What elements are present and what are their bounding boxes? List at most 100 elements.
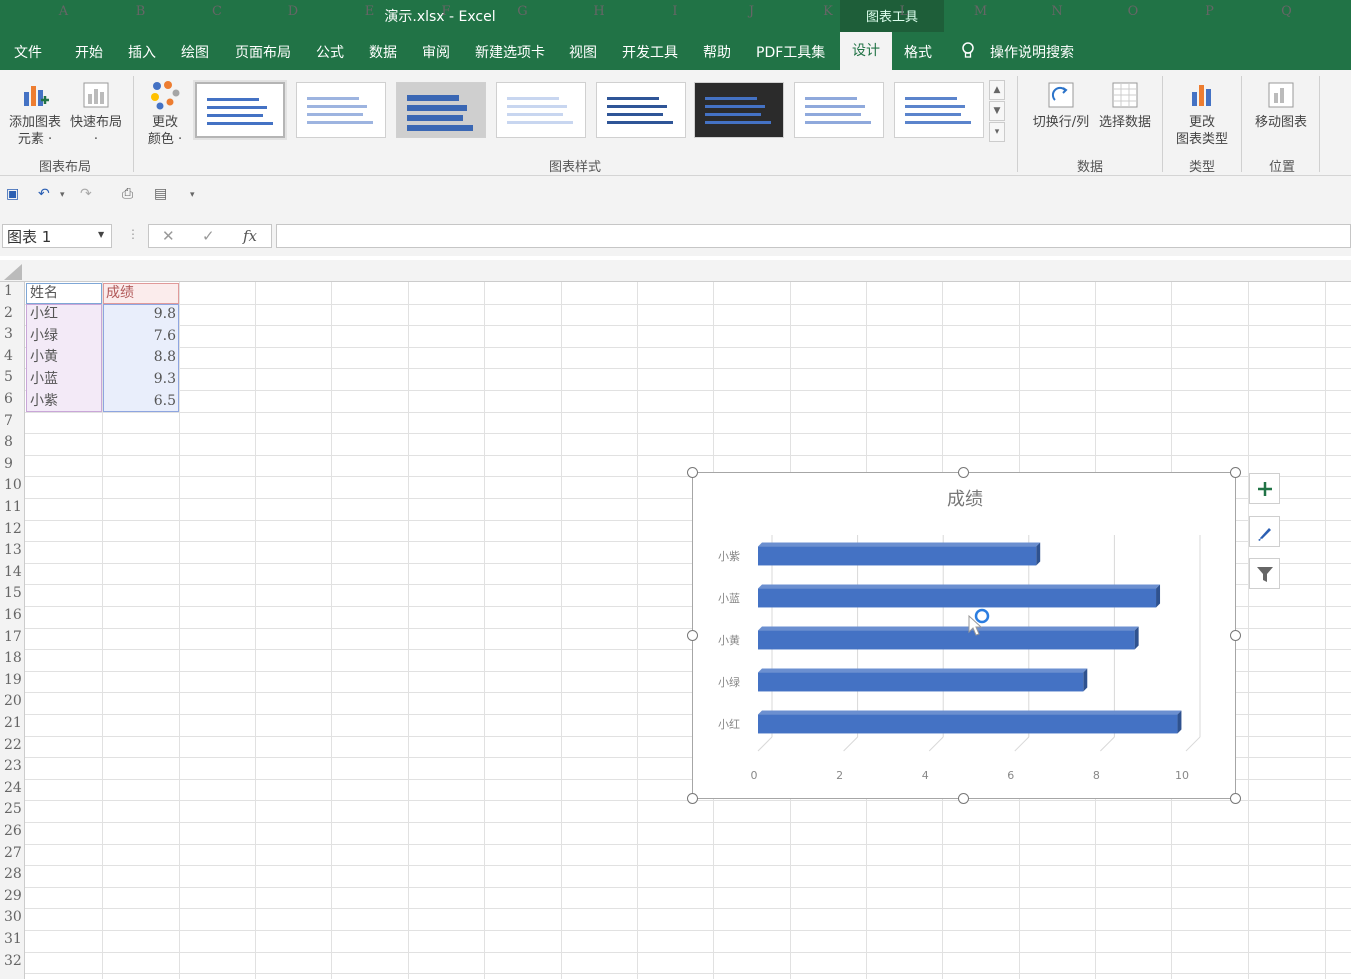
bar-side-face[interactable] [1036, 542, 1041, 566]
formula-input[interactable] [276, 224, 1351, 248]
resize-handle-top-left[interactable] [687, 467, 698, 478]
bar-top-face[interactable] [758, 626, 1139, 631]
column-header[interactable]: I [637, 4, 713, 19]
row-header[interactable]: 15 [0, 585, 25, 601]
tab-help[interactable]: 帮助 [703, 42, 731, 62]
row-header[interactable]: 21 [0, 715, 25, 731]
chart-style-3[interactable] [396, 82, 486, 138]
cell-b1[interactable]: 成绩 [106, 283, 134, 304]
row-header[interactable]: 16 [0, 607, 25, 623]
chart-styles-button[interactable] [1249, 516, 1280, 547]
column-header[interactable]: P [1171, 4, 1248, 19]
tab-formulas[interactable]: 公式 [316, 42, 344, 62]
quick-layout-button[interactable]: 快速布局 · [66, 80, 126, 148]
select-all-corner-icon[interactable] [4, 264, 22, 280]
chart-style-7[interactable] [794, 82, 884, 138]
chart-object[interactable]: 成绩 小红 小绿 小黄 小蓝 小紫 0 2 4 6 8 10 [692, 472, 1236, 799]
row-header[interactable]: 11 [0, 499, 25, 515]
chart-elements-button[interactable] [1249, 473, 1280, 504]
resize-handle-bottom-right[interactable] [1230, 793, 1241, 804]
bar-top-face[interactable] [758, 710, 1182, 715]
row-header[interactable]: 30 [0, 909, 25, 925]
row-header[interactable]: 24 [0, 780, 25, 796]
tab-data[interactable]: 数据 [369, 42, 397, 62]
bar[interactable] [758, 672, 1084, 692]
screen-icon[interactable]: ▤ [154, 186, 167, 202]
row-header[interactable]: 8 [0, 434, 25, 450]
tab-home[interactable]: 开始 [75, 42, 103, 62]
bar[interactable] [758, 630, 1135, 650]
switch-row-column-button[interactable]: 切换行/列 [1028, 80, 1094, 131]
name-box[interactable]: 图表 1 [2, 224, 112, 248]
tell-me-search[interactable]: 操作说明搜索 [990, 42, 1074, 62]
row-header[interactable]: 28 [0, 866, 25, 882]
row-header[interactable]: 7 [0, 413, 25, 429]
resize-handle-bottom-left[interactable] [687, 793, 698, 804]
cell-a2[interactable]: 小红 [30, 304, 58, 325]
save-icon[interactable]: ▣ [6, 186, 19, 202]
tab-insert[interactable]: 插入 [128, 42, 156, 62]
chart-style-6[interactable] [694, 82, 784, 138]
gallery-scroll-up[interactable]: ▲ [989, 80, 1005, 100]
tab-review[interactable]: 审阅 [422, 42, 450, 62]
row-header[interactable]: 20 [0, 693, 25, 709]
column-header[interactable]: Q [1248, 4, 1325, 19]
resize-handle-top[interactable] [958, 467, 969, 478]
change-chart-type-button[interactable]: 更改 图表类型 [1170, 80, 1234, 148]
bar[interactable] [758, 714, 1178, 734]
row-header[interactable]: 23 [0, 758, 25, 774]
customize-qat-icon[interactable]: ▾ [190, 190, 195, 200]
tab-developer[interactable]: 开发工具 [622, 42, 678, 62]
change-colors-button[interactable]: 更改 颜色 · [140, 80, 190, 148]
column-header[interactable]: A [25, 4, 102, 19]
row-header[interactable]: 5 [0, 369, 25, 385]
chart-style-8[interactable] [894, 82, 984, 138]
chart-style-4[interactable] [496, 82, 586, 138]
row-header[interactable]: 25 [0, 801, 25, 817]
cell-b2[interactable]: 9.8 [103, 304, 179, 325]
bar-top-face[interactable] [758, 668, 1088, 673]
confirm-formula-button[interactable]: ✓ [202, 227, 215, 245]
bar-top-face[interactable] [758, 584, 1161, 589]
column-header[interactable]: O [1095, 4, 1171, 19]
row-header[interactable]: 12 [0, 521, 25, 537]
cell-b4[interactable]: 8.8 [103, 347, 179, 368]
insert-function-button[interactable]: fx [243, 227, 257, 245]
chart-filters-button[interactable] [1249, 558, 1280, 589]
row-header[interactable]: 18 [0, 650, 25, 666]
tab-new-tab[interactable]: 新建选项卡 [475, 42, 545, 62]
bar-side-face[interactable] [1083, 668, 1088, 692]
tab-format[interactable]: 格式 [904, 42, 932, 62]
resize-handle-left[interactable] [687, 630, 698, 641]
row-header[interactable]: 14 [0, 564, 25, 580]
row-header[interactable]: 22 [0, 737, 25, 753]
row-header[interactable]: 10 [0, 477, 25, 493]
row-header[interactable]: 27 [0, 845, 25, 861]
tab-design[interactable]: 设计 [840, 32, 892, 70]
resize-handle-top-right[interactable] [1230, 467, 1241, 478]
resize-handle-right[interactable] [1230, 630, 1241, 641]
bar[interactable] [758, 588, 1157, 608]
bar-side-face[interactable] [1156, 584, 1161, 608]
row-header[interactable]: 17 [0, 629, 25, 645]
chart-style-2[interactable] [296, 82, 386, 138]
column-header[interactable]: N [1019, 4, 1095, 19]
row-header[interactable]: 2 [0, 305, 25, 321]
chart-style-1[interactable] [195, 82, 285, 138]
column-header[interactable]: G [484, 4, 561, 19]
cell-b5[interactable]: 9.3 [103, 369, 179, 390]
column-header[interactable]: E [331, 4, 408, 19]
print-preview-icon[interactable]: ⎙ [122, 186, 133, 202]
cell-a3[interactable]: 小绿 [30, 326, 58, 347]
column-header[interactable]: F [408, 4, 484, 19]
redo-icon[interactable]: ↷ [80, 186, 92, 202]
cell-a6[interactable]: 小紫 [30, 391, 58, 412]
add-chart-element-button[interactable]: 添加图表 元素 · [4, 80, 66, 148]
bar-side-face[interactable] [1134, 626, 1139, 650]
column-header[interactable]: B [102, 4, 179, 19]
row-header[interactable]: 29 [0, 888, 25, 904]
column-header[interactable]: H [561, 4, 637, 19]
column-header[interactable]: M [942, 4, 1019, 19]
bar-side-face[interactable] [1177, 710, 1182, 734]
tab-file[interactable]: 文件 [14, 42, 42, 62]
